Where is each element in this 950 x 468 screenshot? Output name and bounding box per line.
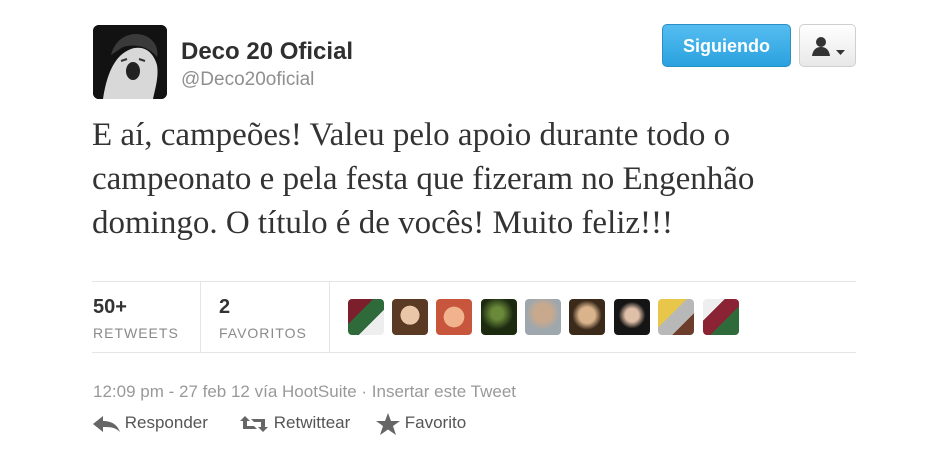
favoriter-avatar[interactable] bbox=[569, 299, 605, 335]
favoriter-avatar[interactable] bbox=[525, 299, 561, 335]
tweet-text: E aí, campeões! Valeu pelo apoio durante… bbox=[92, 117, 755, 241]
display-name[interactable]: Deco 20 Oficial bbox=[181, 38, 353, 66]
user-actions-dropdown-button[interactable] bbox=[799, 24, 856, 67]
divider-top bbox=[92, 281, 856, 282]
retweets-label: RETWEETS bbox=[93, 325, 179, 341]
favoriter-avatar[interactable] bbox=[436, 299, 472, 335]
user-handle[interactable]: @Deco20oficial bbox=[181, 69, 314, 91]
following-button[interactable]: Siguiendo bbox=[662, 24, 791, 67]
favorites-count: 2 bbox=[219, 296, 231, 318]
reply-label: Responder bbox=[124, 413, 208, 432]
favorite-button[interactable]: Favorito bbox=[376, 411, 466, 435]
person-icon bbox=[812, 36, 834, 61]
star-icon bbox=[376, 412, 405, 435]
favoriter-avatar[interactable] bbox=[348, 299, 384, 335]
favoriter-avatar[interactable] bbox=[481, 299, 517, 335]
retweet-button[interactable]: Retwittear bbox=[239, 411, 350, 435]
caret-down-icon bbox=[836, 43, 845, 61]
retweets-count: 50+ bbox=[93, 296, 127, 318]
favorites-stat[interactable]: 2 FAVORITOS bbox=[219, 296, 307, 341]
favoriter-avatar[interactable] bbox=[614, 299, 650, 335]
stats-divider bbox=[329, 281, 330, 352]
favorite-label: Favorito bbox=[404, 413, 467, 432]
profile-avatar[interactable] bbox=[93, 25, 167, 99]
favoriter-avatar[interactable] bbox=[703, 299, 739, 335]
reply-arrow-icon bbox=[93, 413, 125, 432]
stats-divider bbox=[200, 281, 201, 352]
reply-button[interactable]: Responder bbox=[93, 411, 208, 435]
retweet-icon bbox=[239, 413, 274, 432]
retweet-label: Retwittear bbox=[273, 413, 351, 432]
retweets-stat[interactable]: 50+ RETWEETS bbox=[93, 296, 179, 341]
tweet-meta: 12:09 pm - 27 feb 12 vía HootSuite · Ins… bbox=[93, 382, 517, 401]
favorites-label: FAVORITOS bbox=[219, 325, 307, 341]
favoriter-avatar[interactable] bbox=[658, 299, 694, 335]
divider-bottom bbox=[92, 352, 856, 353]
favoriter-avatar[interactable] bbox=[392, 299, 428, 335]
